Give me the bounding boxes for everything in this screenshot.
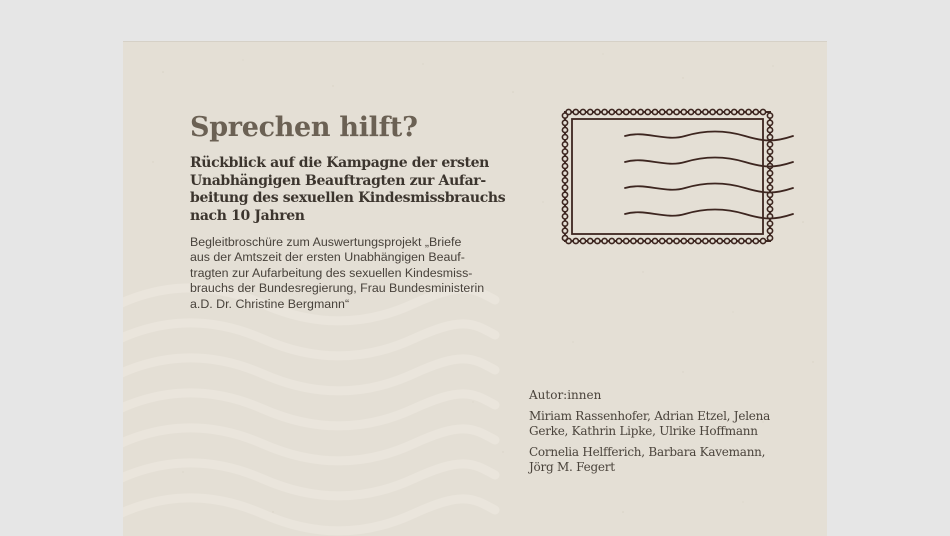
postage-stamp-icon bbox=[561, 108, 794, 245]
authors-line: Jörg M. Fegert bbox=[529, 460, 615, 474]
description: Begleitbroschüre zum Auswertungsprojekt … bbox=[190, 235, 500, 312]
subtitle: Rückblick auf die Kampagne der ersten Un… bbox=[190, 155, 506, 225]
brochure-cover: Sprechen hilft? Rückblick auf die Kampag… bbox=[123, 41, 827, 536]
authors-group-2: Cornelia Helfferich, Barbara Kavemann, J… bbox=[529, 445, 789, 475]
subtitle-line: nach 10 Jahren bbox=[190, 207, 305, 224]
subtitle-line: Rückblick auf die Kampagne der ersten bbox=[190, 155, 489, 171]
authors-block: Autor:innen Miriam Rassenhofer, Adrian E… bbox=[529, 388, 789, 481]
description-line: a.D. Dr. Christine Bergmann“ bbox=[190, 296, 350, 311]
authors-line: Gerke, Kathrin Lipke, Ulrike Hoffmann bbox=[529, 424, 758, 438]
authors-label: Autor:innen bbox=[529, 388, 602, 402]
authors-group-1: Miriam Rassenhofer, Adrian Etzel, Jelena… bbox=[529, 409, 789, 439]
description-line: brauchs der Bundesregierung, Frau Bundes… bbox=[190, 281, 485, 296]
description-line: Begleitbroschüre zum Auswertungsprojekt … bbox=[190, 235, 462, 249]
subtitle-line: beitung des sexuellen Kindesmissbrauchs bbox=[190, 190, 506, 206]
description-line: aus der Amtszeit der ersten Unabhängigen… bbox=[190, 250, 465, 265]
page-title: Sprechen hilft? bbox=[190, 112, 418, 143]
description-line: tragten zur Aufarbeitung des sexuellen K… bbox=[190, 265, 473, 280]
authors-line: Miriam Rassenhofer, Adrian Etzel, Jelena bbox=[529, 409, 771, 423]
authors-line: Cornelia Helfferich, Barbara Kavemann, bbox=[529, 445, 766, 459]
subtitle-line: Unabhängigen Beauftragten zur Aufar- bbox=[190, 172, 486, 189]
